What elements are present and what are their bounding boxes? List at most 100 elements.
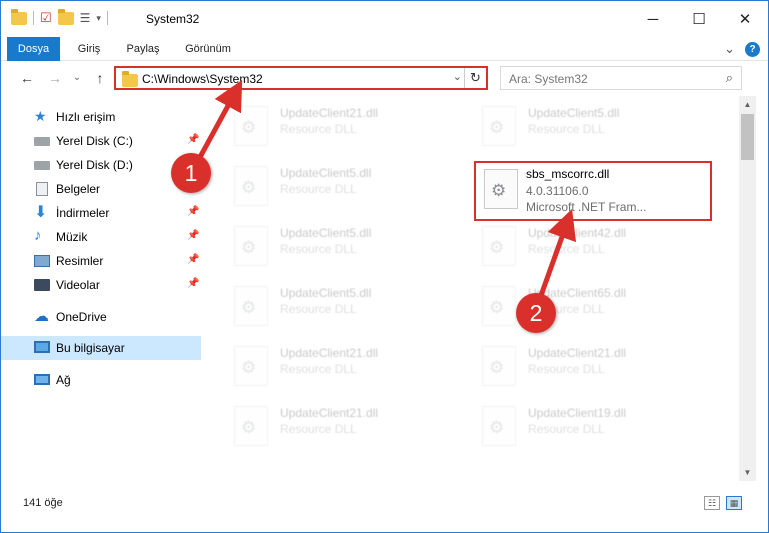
pin-icon: 📌: [187, 254, 200, 265]
documents-icon: [36, 182, 48, 196]
file-name: UpdateClient21.dll: [280, 406, 379, 420]
sidebar-item-local-disk-c[interactable]: Yerel Disk (C:) 📌: [1, 129, 201, 153]
chevron-down-icon[interactable]: ⌄: [453, 70, 462, 83]
sidebar-item-network[interactable]: Ağ: [1, 368, 201, 392]
file-type: Resource DLL: [280, 122, 357, 136]
tiles-view-icon[interactable]: ▦: [726, 496, 742, 510]
properties-icon[interactable]: ☑: [40, 10, 52, 26]
music-icon: ♪: [34, 227, 42, 244]
navigation-pane: ★ Hızlı erişim Yerel Disk (C:) 📌 Yerel D…: [1, 96, 205, 481]
file-type: Microsoft .NET Fram...: [526, 200, 647, 214]
file-name: UpdateClient21.dll: [280, 346, 379, 360]
close-button[interactable]: ✕: [722, 1, 768, 37]
scroll-down-button[interactable]: ▼: [739, 464, 756, 481]
pictures-icon: [34, 255, 50, 267]
star-icon: ★: [34, 108, 47, 124]
sidebar-item-videos[interactable]: Videolar 📌: [1, 273, 201, 297]
dll-file-icon: ⚙: [482, 406, 516, 446]
pin-icon: 📌: [187, 278, 200, 289]
file-name: UpdateClient42.dll: [528, 226, 627, 240]
details-view-icon[interactable]: ☷: [704, 496, 720, 510]
ribbon-tabs: Dosya Giriş Paylaş Görünüm ⌄ ?: [1, 37, 768, 61]
ribbon-expand-icon[interactable]: ⌄: [724, 41, 735, 57]
maximize-button[interactable]: ☐: [676, 1, 722, 37]
highlighted-file-item[interactable]: ⚙ sbs_mscorrc.dll 4.0.31106.0 Microsoft …: [474, 161, 712, 221]
quick-access-toolbar: ☑ ☰ ▾: [11, 8, 108, 26]
file-name: UpdateClient19.dll: [528, 406, 627, 420]
file-type: Resource DLL: [528, 242, 605, 256]
window-controls: ─ ☐ ✕: [630, 1, 768, 37]
file-name: UpdateClient5.dll: [528, 106, 620, 120]
tab-file[interactable]: Dosya: [7, 37, 60, 61]
gear-icon: ⚙: [241, 118, 257, 137]
dll-file-icon: ⚙: [482, 106, 516, 146]
sidebar-item-music[interactable]: ♪ Müzik 📌: [1, 225, 201, 249]
cloud-icon: ☁: [34, 308, 49, 325]
dll-file-icon: ⚙: [482, 226, 516, 266]
pin-icon: 📌: [187, 134, 200, 145]
sidebar-item-quick-access[interactable]: ★ Hızlı erişim: [1, 105, 201, 129]
scroll-up-button[interactable]: ▲: [739, 96, 756, 113]
sidebar-item-downloads[interactable]: ⬇ İndirmeler 📌: [1, 201, 201, 225]
customize-toolbar-icon[interactable]: ▾: [96, 13, 101, 24]
help-icon[interactable]: ?: [745, 41, 760, 57]
scroll-thumb[interactable]: [741, 114, 754, 160]
list-item[interactable]: ⚙ UpdateClient42.dll Resource DLL: [460, 218, 696, 274]
vertical-scrollbar[interactable]: ▲ ▼: [739, 96, 756, 481]
gear-icon: ⚙: [489, 358, 505, 377]
gear-icon: ⚙: [241, 418, 257, 437]
pin-icon: 📌: [187, 206, 200, 217]
address-bar[interactable]: C:\Windows\System32 ⌄ ↻: [114, 66, 488, 90]
back-button[interactable]: ←: [17, 68, 37, 88]
title-bar: ☑ ☰ ▾ System32 ─ ☐ ✕: [1, 1, 768, 37]
sidebar-item-onedrive[interactable]: ☁ OneDrive: [1, 305, 201, 329]
list-item[interactable]: ⚙ UpdateClient5.dll Resource DLL: [212, 218, 448, 274]
gear-icon: ⚙: [491, 181, 507, 200]
list-item[interactable]: ⚙ UpdateClient21.dll Resource DLL: [212, 98, 448, 154]
gear-icon: ⚙: [489, 238, 505, 257]
tab-share[interactable]: Paylaş: [118, 37, 168, 61]
sidebar-item-pictures[interactable]: Resimler 📌: [1, 249, 201, 273]
drive-icon: [34, 161, 50, 170]
list-item[interactable]: ⚙ UpdateClient19.dll Resource DLL: [460, 398, 696, 454]
refresh-button[interactable]: ↻: [464, 68, 486, 88]
separator: [33, 11, 34, 25]
tab-home[interactable]: Giriş: [67, 37, 111, 61]
list-item[interactable]: ⚙ UpdateClient21.dll Resource DLL: [460, 338, 696, 394]
ribbon-controls: ⌄ ?: [724, 41, 760, 57]
list-item[interactable]: ⚙ UpdateClient5.dll Resource DLL: [212, 278, 448, 334]
forward-button[interactable]: →: [45, 68, 65, 88]
minimize-button[interactable]: ─: [630, 1, 676, 37]
computer-icon: [34, 341, 50, 353]
recent-locations-button[interactable]: ⌄: [67, 68, 87, 88]
file-name: UpdateClient21.dll: [528, 346, 627, 360]
dll-file-icon: ⚙: [234, 286, 268, 326]
dll-file-icon: ⚙: [482, 346, 516, 386]
file-type: Resource DLL: [280, 182, 357, 196]
file-list: ⚙ UpdateClient21.dll Resource DLL ⚙ Upda…: [206, 96, 739, 481]
file-name: UpdateClient21.dll: [280, 106, 379, 120]
list-item[interactable]: ⚙ UpdateClient21.dll Resource DLL: [212, 398, 448, 454]
window-title: System32: [146, 12, 200, 26]
list-item[interactable]: ⚙ UpdateClient5.dll Resource DLL: [212, 158, 448, 214]
file-type: Resource DLL: [528, 362, 605, 376]
file-type: Resource DLL: [280, 362, 357, 376]
list-item[interactable]: ⚙ UpdateClient5.dll Resource DLL: [460, 98, 696, 154]
sidebar-item-label: Resimler: [56, 254, 104, 268]
sidebar-item-label: Ağ: [56, 373, 71, 387]
sidebar-item-this-pc[interactable]: Bu bilgisayar: [1, 336, 201, 360]
address-path[interactable]: C:\Windows\System32: [142, 72, 263, 86]
search-icon: ⌕: [725, 70, 733, 85]
file-type: Resource DLL: [280, 242, 357, 256]
list-item[interactable]: ⚙ UpdateClient21.dll Resource DLL: [212, 338, 448, 394]
tab-view[interactable]: Görünüm: [176, 37, 240, 61]
up-button[interactable]: ↑: [90, 68, 110, 88]
search-box[interactable]: Ara: System32 ⌕: [500, 66, 742, 90]
sidebar-item-label: Bu bilgisayar: [56, 341, 125, 355]
sidebar-item-label: İndirmeler: [56, 206, 110, 220]
step-marker-2: 2: [516, 293, 556, 333]
list-item[interactable]: ⚙ UpdateClient65.dll Resource DLL: [460, 278, 696, 334]
sidebar-item-documents[interactable]: Belgeler 📌: [1, 177, 201, 201]
view-options-icon[interactable]: ☰: [80, 11, 91, 25]
new-folder-icon[interactable]: [57, 8, 74, 25]
